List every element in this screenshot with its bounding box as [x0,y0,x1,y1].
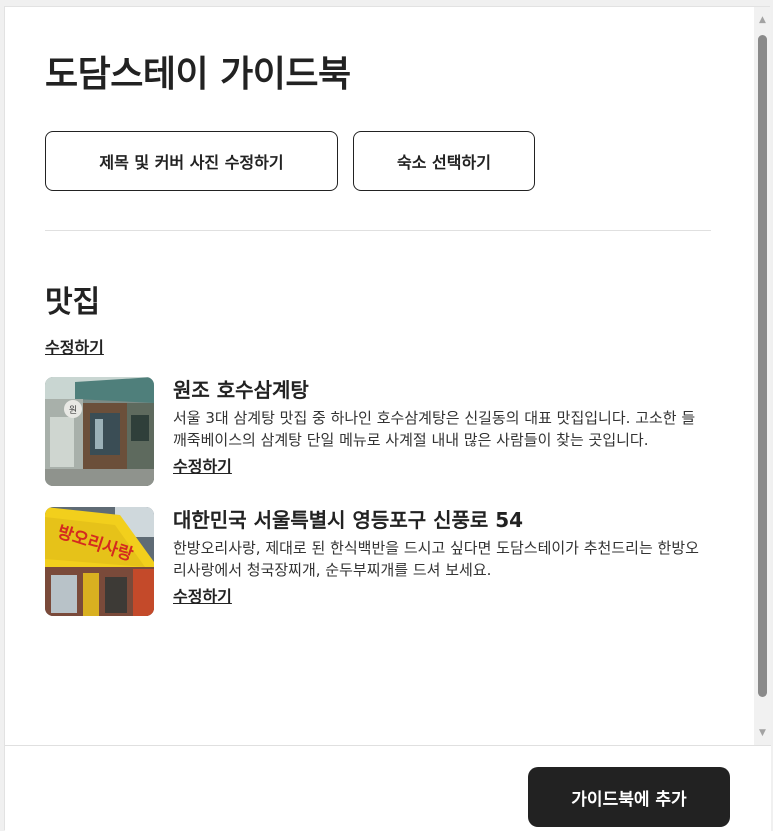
guidebook-panel: 도담스테이 가이드북 제목 및 커버 사진 수정하기 숙소 선택하기 맛집 수정… [4,6,771,831]
select-stay-button[interactable]: 숙소 선택하기 [353,131,535,191]
scroll-up-icon[interactable]: ▲ [754,11,771,28]
restaurant-thumbnail: 원 [45,377,154,486]
scroll-down-icon[interactable]: ▼ [754,724,771,741]
scrollbar-thumb[interactable] [758,35,767,697]
item-description: 서울 3대 삼계탕 맛집 중 하나인 호수삼계탕은 신길동의 대표 맛집입니다.… [173,409,696,449]
item-description: 한방오리사랑, 제대로 된 한식백반을 드시고 싶다면 도담스테이가 추천드리는… [173,539,699,579]
scrollbar[interactable]: ▲ ▼ [754,7,771,745]
svg-text:원: 원 [69,405,77,416]
restaurant-photo: 원 [45,377,154,486]
item-edit-link[interactable]: 수정하기 [173,453,232,477]
item-edit-link[interactable]: 수정하기 [173,583,232,607]
item-body: 대한민국 서울특별시 영등포구 신풍로 54 한방오리사랑, 제대로 된 한식백… [173,507,713,607]
action-buttons: 제목 및 커버 사진 수정하기 숙소 선택하기 [45,131,535,191]
section-edit-link[interactable]: 수정하기 [45,334,104,358]
item-title: 대한민국 서울특별시 영등포구 신풍로 54 [173,508,524,532]
section-title: 맛집 [45,285,101,320]
edit-title-cover-button[interactable]: 제목 및 커버 사진 수정하기 [45,131,338,191]
scroll-area[interactable]: 도담스테이 가이드북 제목 및 커버 사진 수정하기 숙소 선택하기 맛집 수정… [5,7,771,745]
page-title: 도담스테이 가이드북 [45,54,351,95]
footer: 가이드북에 추가 [5,745,771,831]
restaurant-thumbnail: 방오리사랑 [45,507,154,616]
item-title: 원조 호수삼계탕 [173,378,309,402]
divider [45,230,711,231]
item-body: 원조 호수삼계탕 서울 3대 삼계탕 맛집 중 하나인 호수삼계탕은 신길동의 … [173,377,713,477]
list-item: 원 원조 호수삼계탕 서울 3대 삼계탕 맛집 중 하나인 호수삼계탕은 신길동… [45,377,711,489]
restaurant-photo: 방오리사랑 [45,507,154,616]
add-to-guidebook-button[interactable]: 가이드북에 추가 [528,767,730,827]
list-item: 방오리사랑 대한민국 서울특별시 영등포구 신풍로 54 한방오리사랑, 제대로… [45,507,711,619]
